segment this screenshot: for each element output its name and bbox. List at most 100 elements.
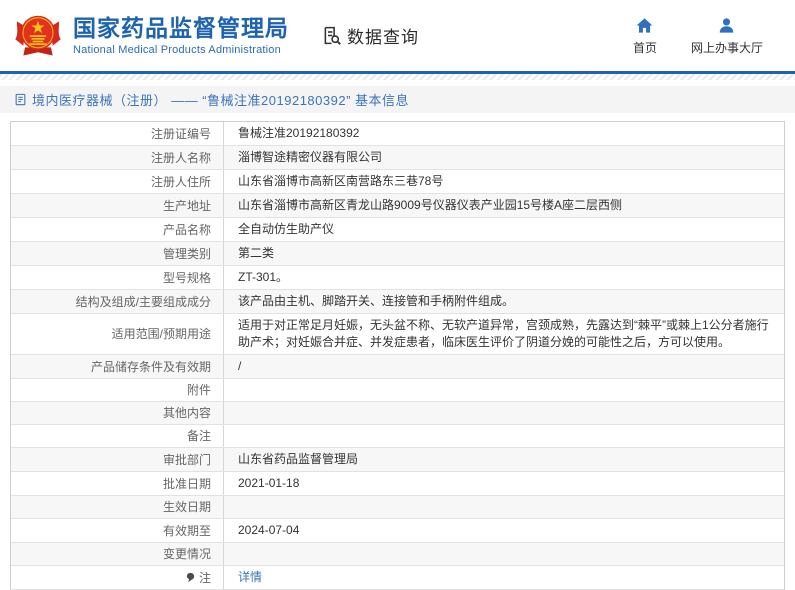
nav-label-home: 首页 [632, 40, 657, 55]
row-value: 第二类 [224, 242, 784, 265]
row-value-text: 淄博智途精密仪器有限公司 [238, 150, 383, 164]
row-value: / [224, 355, 784, 378]
nav-item-home[interactable]: 首页 [633, 16, 657, 56]
table-row: 适用范围/预期用途 适用于对正常足月妊娠，无头盆不称、无软产道异常，宫颈成熟，先露… [11, 314, 784, 355]
row-value: 2024-07-04 [224, 519, 784, 542]
row-label: 注册证编号 [11, 122, 224, 145]
row-label-text: 有效期至 [162, 523, 211, 538]
row-label: 有效期至 [11, 519, 224, 542]
detail-link[interactable]: 详情 [238, 569, 262, 586]
nav-label-service-hall: 网上办事大厅 [690, 40, 763, 55]
row-label: 生产地址 [11, 194, 224, 217]
row-value-text: 全自动仿生助产仪 [238, 222, 335, 236]
data-query-link[interactable]: 数据查询 [321, 23, 419, 48]
row-value [224, 543, 784, 565]
row-label-text: 适用范围/预期用途 [111, 327, 211, 341]
document-search-icon [321, 25, 342, 46]
row-label: 附件 [11, 379, 224, 401]
row-label-text: 结构及组成/主要组成成分 [75, 294, 211, 309]
table-row: 产品名称 全自动仿生助产仪 [11, 218, 784, 242]
table-row: 批准日期 2021-01-18 [11, 472, 784, 496]
row-label: 产品名称 [11, 218, 224, 241]
table-row: 注册证编号 鲁械注准20192180392 [11, 122, 784, 146]
row-value-text: 山东省药品监督管理局 [238, 452, 359, 466]
table-row: 注册人住所 山东省淄博市高新区南营路东三巷78号 [11, 170, 784, 194]
table-row: 产品储存条件及有效期 / [11, 355, 784, 379]
row-label: 型号规格 [11, 266, 224, 289]
row-value-text: 2024-07-04 [238, 523, 300, 537]
national-emblem-icon [12, 10, 64, 62]
nmpa-logo-link[interactable]: 国家药品监督管理局 National Medical Products Admi… [12, 10, 289, 62]
table-row: 审批部门 山东省药品监督管理局 [11, 448, 784, 472]
row-value-text: ZT-301。 [238, 270, 289, 284]
row-label-text: 产品名称 [162, 222, 211, 237]
row-value-text: 第二类 [238, 246, 275, 260]
row-value-text: 该产品由主机、脚踏开关、连接管和手柄附件组成。 [238, 294, 515, 308]
row-value: 鲁械注准20192180392 [224, 122, 784, 145]
row-label-text: 注册人名称 [150, 150, 211, 165]
row-label-text: 产品储存条件及有效期 [90, 359, 211, 374]
row-value-text: 鲁械注准20192180392 [238, 126, 360, 140]
row-label: 注册人住所 [11, 170, 224, 193]
table-row: 结构及组成/主要组成成分 该产品由主机、脚踏开关、连接管和手柄附件组成。 [11, 290, 784, 314]
home-icon [635, 16, 654, 35]
site-title: 国家药品监督管理局 [73, 15, 289, 41]
row-value-text: 适用于对正常足月妊娠，无头盆不称、无软产道异常，宫颈成熟，先露达到“棘平”或棘上… [238, 318, 769, 349]
breadcrumb: 境内医疗器械（注册） —— “鲁械注准20192180392” 基本信息 [0, 86, 795, 113]
hatch-band [0, 74, 795, 80]
row-label: 生效日期 [11, 496, 224, 518]
info-table: 注册证编号 鲁械注准20192180392 注册人名称 淄博智途精密仪器有限公司 注册人… [10, 121, 785, 590]
row-label: 变更情况 [11, 543, 224, 565]
table-row: 有效期至 2024-07-04 [11, 519, 784, 543]
row-label-text: 注册人住所 [150, 174, 211, 189]
data-query-label: 数据查询 [347, 28, 419, 47]
table-row: 生效日期 [11, 496, 784, 519]
row-label: 注 [11, 566, 224, 589]
breadcrumb-text: 境内医疗器械（注册） —— “鲁械注准20192180392” 基本信息 [32, 93, 410, 108]
table-row: 附件 [11, 379, 784, 402]
row-label-text: 其他内容 [162, 406, 211, 420]
row-label-text: 管理类别 [162, 246, 211, 261]
row-value: 详情 [224, 566, 784, 589]
row-value: 适用于对正常足月妊娠，无头盆不称、无软产道异常，宫颈成熟，先露达到“棘平”或棘上… [224, 314, 784, 354]
row-label-text: 备注 [186, 429, 211, 443]
row-label-text: 变更情况 [162, 547, 211, 561]
row-value: 2021-01-18 [224, 472, 784, 495]
row-value-text: 2021-01-18 [238, 476, 300, 490]
table-row: 变更情况 [11, 543, 784, 566]
title-block: 国家药品监督管理局 National Medical Products Admi… [73, 15, 289, 56]
page: 国家药品监督管理局 National Medical Products Admi… [0, 0, 795, 590]
row-label-text: 生效日期 [162, 500, 211, 514]
row-value: 淄博智途精密仪器有限公司 [224, 146, 784, 169]
row-label: 其他内容 [11, 402, 224, 424]
row-label: 备注 [11, 425, 224, 447]
row-value: 全自动仿生助产仪 [224, 218, 784, 241]
row-value-text: / [238, 359, 242, 373]
row-label-text: 生产地址 [162, 198, 211, 213]
row-value: 该产品由主机、脚踏开关、连接管和手柄附件组成。 [224, 290, 784, 313]
row-label-text: 型号规格 [162, 270, 211, 285]
row-label-text: 审批部门 [162, 452, 211, 467]
row-value-text: 山东省淄博市高新区南营路东三巷78号 [238, 174, 444, 188]
row-value [224, 379, 784, 401]
row-label-text: 注 [198, 570, 211, 585]
row-value-text: 山东省淄博市高新区青龙山路9009号仪器仪表产业园15号楼A座二层西侧 [238, 198, 623, 212]
row-label: 管理类别 [11, 242, 224, 265]
row-value [224, 496, 784, 518]
person-icon [717, 16, 736, 35]
table-row: 注 详情 [11, 566, 784, 590]
nav-item-service-hall[interactable]: 网上办事大厅 [691, 16, 763, 56]
row-label-text: 注册证编号 [150, 126, 211, 141]
row-value: ZT-301。 [224, 266, 784, 289]
table-row: 型号规格 ZT-301。 [11, 266, 784, 290]
row-label-text: 批准日期 [162, 476, 211, 491]
row-value [224, 402, 784, 424]
document-icon [14, 93, 27, 106]
row-value [224, 425, 784, 447]
table-row: 备注 [11, 425, 784, 448]
row-label: 注册人名称 [11, 146, 224, 169]
header: 国家药品监督管理局 National Medical Products Admi… [0, 0, 795, 71]
row-label: 批准日期 [11, 472, 224, 495]
table-row: 其他内容 [11, 402, 784, 425]
table-row: 注册人名称 淄博智途精密仪器有限公司 [11, 146, 784, 170]
